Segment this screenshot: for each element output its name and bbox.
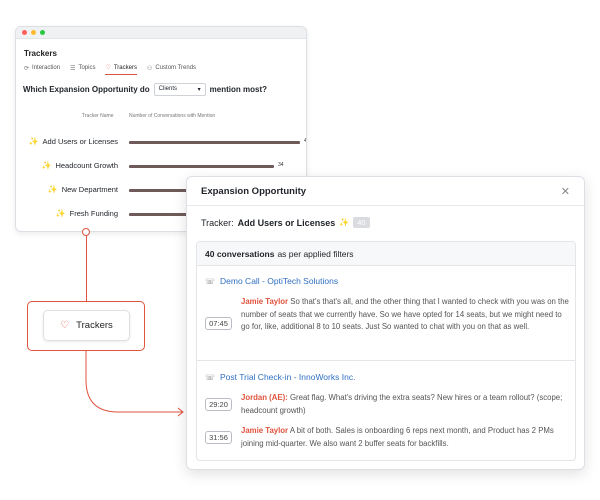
snippet-text: Great flag. What's driving the extra sea… [241,393,563,415]
sparkle-icon: ✨ [47,185,58,194]
col-header-conversations: Number of Conversations with Mention [129,113,216,119]
custom-trends-icon: ⚇ [146,65,153,72]
tracker-bar-value: 40 [304,138,307,144]
tracker-name: Add Users or Licenses [237,217,336,228]
tab-bar: ⟳ Interaction ☰ Topics ♡ Trackers ⚇ Custom T… [24,64,196,75]
sparkle-icon: ✨ [55,209,66,218]
close-dot-icon[interactable] [22,30,27,35]
call-icon: ☏ [205,372,216,382]
tab-label: Topics [78,65,96,71]
tab-topics[interactable]: ☰ Topics [70,64,95,75]
timestamp-button[interactable]: 07:45 [205,317,232,330]
tracker-name-label: Headcount Growth [55,161,118,170]
tracker-name-label: Add Users or Licenses [42,137,118,146]
tab-label: Interaction [32,65,61,71]
trackers-button[interactable]: ♡ Trackers [43,310,130,341]
window-title: Trackers [24,49,57,58]
tracker-name-label: New Department [61,185,118,194]
call-title: Post Trial Check-in - InnoWorks Inc. [220,372,356,382]
conversation-filter-note: as per applied filters [277,248,354,259]
col-header-tracker-name: Tracker Name [82,113,114,119]
trackers-button-label: Trackers [76,320,113,331]
tab-label: Custom Trends [155,65,197,71]
trackers-icon: ♡ [105,65,111,71]
topics-icon: ☰ [70,65,76,72]
call-title: Demo Call - OptiTech Solutions [220,276,339,286]
interaction-icon: ⟳ [24,65,30,72]
question-heading: Which Expansion Opportunity do Clients ▾ … [23,83,267,96]
conversations-header: 40 conversations as per applied filters [197,242,575,266]
call-link[interactable]: ☏ Post Trial Check-in - InnoWorks Inc. [205,372,355,382]
tracker-row-name: ✨ Headcount Growth [41,161,118,170]
tab-interaction[interactable]: ⟳ Interaction [24,64,60,75]
expansion-opportunity-panel: Expansion Opportunity ✕ Tracker: Add Use… [186,176,585,470]
close-icon[interactable]: ✕ [561,185,570,198]
maximize-dot-icon[interactable] [40,30,45,35]
tracker-bar-value: 34 [278,162,284,168]
conversation-count: 40 conversations [205,248,275,259]
timestamp-button[interactable]: 31:56 [205,431,232,444]
tracker-label: Tracker: [201,217,234,228]
speaker-name: Jamie Taylor [241,426,289,435]
select-value: Clients [158,86,178,92]
snippet-text: A bit of both. Sales is onboarding 6 rep… [241,426,554,448]
speaker-name: Jamie Taylor [241,297,289,306]
tracker-bar [129,165,274,168]
stage: Trackers ⟳ Interaction ☰ Topics ♡ Trackers … [0,0,600,500]
transcript-snippet: Jordan (AE): Great flag. What's driving … [241,392,571,417]
tab-label: Trackers [113,64,137,71]
tracker-row[interactable]: ✨Add Users or Licenses 40 [16,135,307,149]
tab-custom-trends[interactable]: ⚇ Custom Trends [147,64,196,75]
tracker-row[interactable]: ✨ Headcount Growth 34 [16,159,306,173]
transcript-snippet: Jamie Taylor So that's that's all, and t… [241,296,571,334]
tracker-bar [129,141,300,144]
sparkle-icon: ✨ [339,218,350,227]
timestamp-button[interactable]: 29:20 [205,398,232,411]
connector-dot [82,228,90,236]
tracker-row-name: ✨ Add Users or Licenses [29,137,118,146]
tab-trackers[interactable]: ♡ Trackers [105,64,137,75]
connector-line [86,232,87,302]
conversations-list: 40 conversations as per applied filters … [196,241,576,461]
tracker-info: Tracker: Add Users or Licenses ✨ 40 [201,217,370,228]
chevron-down-icon: ▾ [197,87,201,93]
tracker-count-badge: 40 [353,217,370,228]
sparkle-icon: ✨ [28,137,39,146]
trackers-icon: ♡ [60,320,70,331]
speaker-name: Jordan (AE): [241,393,288,402]
audience-select[interactable]: Clients ▾ [153,83,206,96]
transcript-snippet: Jamie Taylor A bit of both. Sales is onb… [241,425,571,450]
panel-title: Expansion Opportunity [201,185,307,197]
tracker-row-name: ✨ Fresh Funding [56,209,118,218]
call-icon: ☏ [205,276,216,286]
minimize-dot-icon[interactable] [31,30,36,35]
question-prefix: Which Expansion Opportunity do [23,85,150,94]
panel-header: Expansion Opportunity ✕ [187,177,584,206]
tracker-row-name: ✨ New Department [48,185,118,194]
snippet-text: So that's that's all, and the other thin… [241,297,569,331]
tracker-name-label: Fresh Funding [69,209,118,218]
question-suffix: mention most? [209,85,268,94]
call-link[interactable]: ☏ Demo Call - OptiTech Solutions [205,276,338,286]
sparkle-icon: ✨ [41,161,52,170]
divider [197,360,575,361]
window-titlebar [16,27,306,39]
